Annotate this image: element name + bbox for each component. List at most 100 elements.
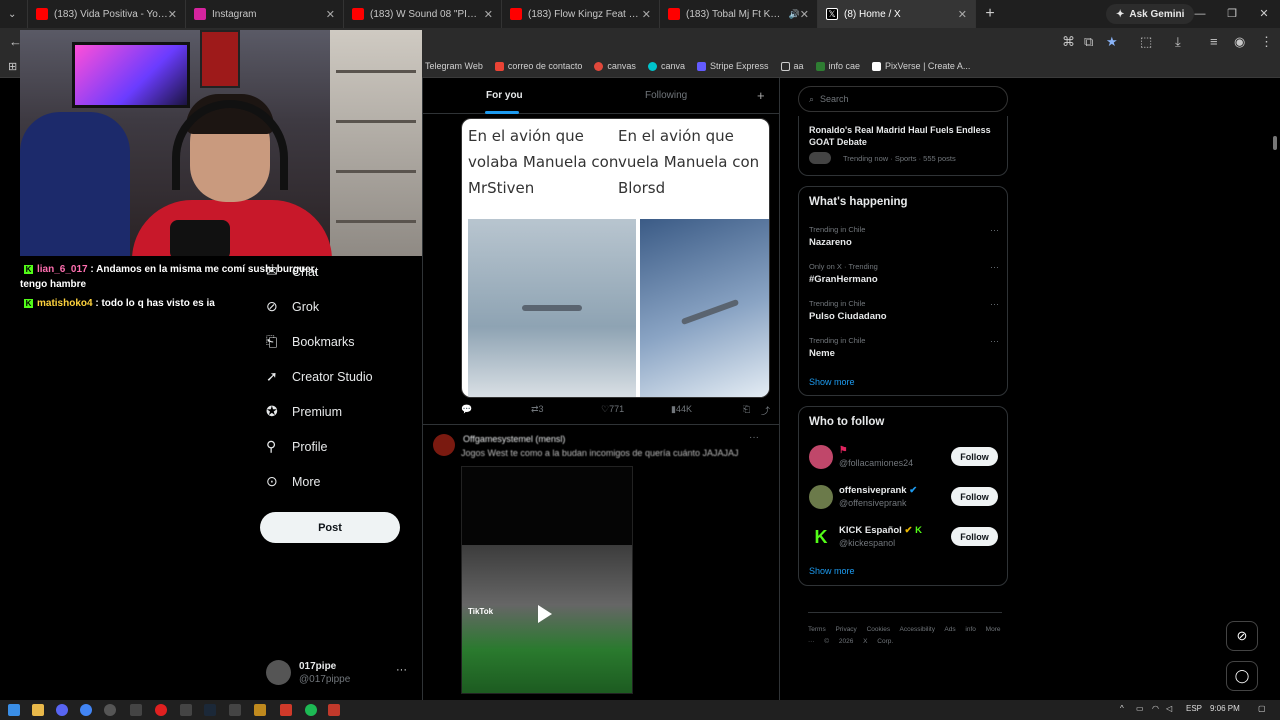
follow-button[interactable]: Follow xyxy=(951,487,998,506)
bookmark-item[interactable]: Telegram Web xyxy=(425,61,483,71)
more-dots-icon[interactable]: ··· xyxy=(990,299,999,309)
tab-following[interactable]: Following xyxy=(645,90,687,101)
search-input[interactable]: ⌕ Search xyxy=(798,86,1008,112)
extensions-icon[interactable]: ⬚ xyxy=(1140,34,1152,50)
follow-suggestion[interactable]: ⚑ @follacamiones24 Follow xyxy=(809,443,999,473)
browser-tab[interactable]: (183) Flow Kingz Feat Lyng - Ky ✕ xyxy=(502,0,660,28)
close-icon[interactable]: ✕ xyxy=(168,8,177,21)
app-icon[interactable] xyxy=(280,704,292,716)
browser-tab[interactable]: (183) W Sound 08 "PICO Y CHA ✕ xyxy=(344,0,502,28)
app-icon[interactable] xyxy=(254,704,266,716)
trend-item[interactable]: Only on X · Trending #GranHermano ··· xyxy=(809,262,999,285)
avatar[interactable] xyxy=(433,434,455,456)
app-icon[interactable] xyxy=(130,704,142,716)
grok-floating-button[interactable]: ⊘ xyxy=(1226,621,1258,651)
more-dots-icon[interactable]: ··· xyxy=(396,664,407,676)
app-icon[interactable] xyxy=(180,704,192,716)
new-tab-button[interactable]: + xyxy=(976,5,1004,23)
like-button[interactable]: ♡ 771 xyxy=(601,404,624,415)
close-icon[interactable]: ✕ xyxy=(326,8,335,21)
scroll-thumb[interactable] xyxy=(1273,136,1277,150)
nav-item-bookmarks[interactable]: ⎗ Bookmarks xyxy=(262,324,422,359)
nav-item-grok[interactable]: ⊘ Grok xyxy=(262,289,422,324)
messages-floating-button[interactable]: ◯ xyxy=(1226,661,1258,691)
nav-item-chat[interactable]: ✉ Chat xyxy=(262,254,422,289)
obs-record-icon[interactable] xyxy=(155,704,167,716)
page-scrollbar[interactable] xyxy=(1272,80,1278,700)
bookmark-item[interactable]: correo de contacto xyxy=(494,61,582,71)
nav-item-premium[interactable]: ✪ Premium xyxy=(262,394,422,429)
top-story-card[interactable]: Ronaldo's Real Madrid Haul Fuels Endless… xyxy=(798,116,1008,176)
footer-links[interactable]: Terms Privacy Cookies Accessibility Ads … xyxy=(808,624,1008,648)
close-window-icon[interactable]: ✕ xyxy=(1248,0,1280,28)
clock[interactable]: 9:06 PM xyxy=(1210,704,1240,713)
trend-item[interactable]: Trending in Chile Pulso Ciudadano ··· xyxy=(809,299,999,322)
follow-suggestion[interactable]: K KICK Español ✔ K @kickespanol Follow xyxy=(809,523,999,553)
close-icon[interactable]: ✕ xyxy=(642,8,651,21)
views-button[interactable]: ▮ 44K xyxy=(671,404,692,415)
download-icon[interactable]: ⤓ xyxy=(1175,34,1181,50)
minimize-icon[interactable]: — xyxy=(1184,0,1216,28)
play-icon[interactable] xyxy=(538,605,552,623)
close-icon[interactable]: ✕ xyxy=(800,8,809,21)
wifi-icon[interactable]: ◠ xyxy=(1152,704,1159,713)
notification-icon[interactable]: ▢ xyxy=(1258,704,1266,713)
tray-chevron-icon[interactable]: ^ xyxy=(1120,704,1124,713)
steam-icon[interactable] xyxy=(204,704,216,716)
browser-tab-active[interactable]: 𝕏 (8) Home / X ✕ xyxy=(818,0,976,28)
volume-icon[interactable]: ◁ xyxy=(1166,704,1172,713)
share-icon[interactable]: ⤴ xyxy=(761,404,770,417)
bookmark-item[interactable]: Stripe Express xyxy=(696,61,769,71)
repost-button[interactable]: ⇄ 3 xyxy=(531,404,544,415)
app-icon[interactable] xyxy=(229,704,241,716)
apps-grid-icon[interactable]: ⊞ xyxy=(8,60,17,73)
post-author[interactable]: Offgamesystemel (mensl) xyxy=(463,434,743,444)
post-video[interactable]: TikTok xyxy=(461,466,633,694)
cast-icon[interactable]: ⧉ xyxy=(1084,34,1093,50)
star-icon[interactable]: ★ xyxy=(1106,34,1118,50)
bookmark-item[interactable]: canvas xyxy=(594,61,636,71)
language-indicator[interactable]: ESP xyxy=(1186,704,1202,713)
bookmark-folder[interactable]: aa xyxy=(780,61,804,71)
trend-item[interactable]: Trending in Chile Nazareno ··· xyxy=(809,225,999,248)
windows-start-icon[interactable] xyxy=(8,704,20,716)
file-explorer-icon[interactable] xyxy=(32,704,44,716)
trend-item[interactable]: Trending in Chile Neme ··· xyxy=(809,336,999,359)
tab-search-button[interactable]: ⌄ xyxy=(0,0,28,28)
reply-icon[interactable]: 💬 xyxy=(461,404,472,415)
close-icon[interactable]: ✕ xyxy=(958,8,967,21)
tab-for-you[interactable]: For you xyxy=(486,90,523,101)
bookmark-icon[interactable]: ⎗ xyxy=(743,404,750,415)
add-feed-icon[interactable]: + xyxy=(757,88,765,103)
more-dots-icon[interactable]: ··· xyxy=(749,432,759,443)
post-media-image[interactable]: En el avión que volaba Manuela con MrSti… xyxy=(461,118,770,398)
menu-kebab-icon[interactable]: ⋮ xyxy=(1260,34,1273,50)
nav-item-more[interactable]: ⊙ More xyxy=(262,464,422,499)
spotify-icon[interactable] xyxy=(305,704,317,716)
follow-suggestion[interactable]: offensiveprank ✔ @offensiveprank Follow xyxy=(809,483,999,513)
close-icon[interactable]: ✕ xyxy=(484,8,493,21)
translate-icon[interactable]: ⌘ xyxy=(1062,34,1075,50)
reading-list-icon[interactable]: ≡ xyxy=(1210,34,1218,49)
browser-tab[interactable]: (183) Vida Positiva - YouTube ✕ xyxy=(28,0,186,28)
chrome-icon[interactable] xyxy=(80,704,92,716)
audio-icon[interactable]: 🔊 xyxy=(789,9,800,20)
bookmark-item[interactable]: canva xyxy=(647,61,685,71)
browser-tab[interactable]: (183) Tobal Mj Ft Kail BRL 🔊 ✕ xyxy=(660,0,818,28)
show-more-link[interactable]: Show more xyxy=(809,377,855,387)
app-icon[interactable] xyxy=(104,704,116,716)
discord-icon[interactable] xyxy=(56,704,68,716)
account-switcher[interactable]: 017pipe @017pippe ··· xyxy=(266,660,416,690)
profile-icon[interactable]: ◉ xyxy=(1234,34,1245,50)
app-icon[interactable] xyxy=(328,704,340,716)
nav-item-creator-studio[interactable]: ➚ Creator Studio xyxy=(262,359,422,394)
nav-item-profile[interactable]: ⚲ Profile xyxy=(262,429,422,464)
browser-tab[interactable]: Instagram ✕ xyxy=(186,0,344,28)
more-dots-icon[interactable]: ··· xyxy=(990,225,999,235)
network-icon[interactable]: ▭ xyxy=(1136,704,1144,713)
post-button[interactable]: Post xyxy=(260,512,400,543)
bookmark-item[interactable]: info cae xyxy=(815,61,860,71)
ask-gemini-button[interactable]: ✦ Ask Gemini xyxy=(1106,4,1195,24)
more-dots-icon[interactable]: ··· xyxy=(990,336,999,346)
more-dots-icon[interactable]: ··· xyxy=(990,262,999,272)
